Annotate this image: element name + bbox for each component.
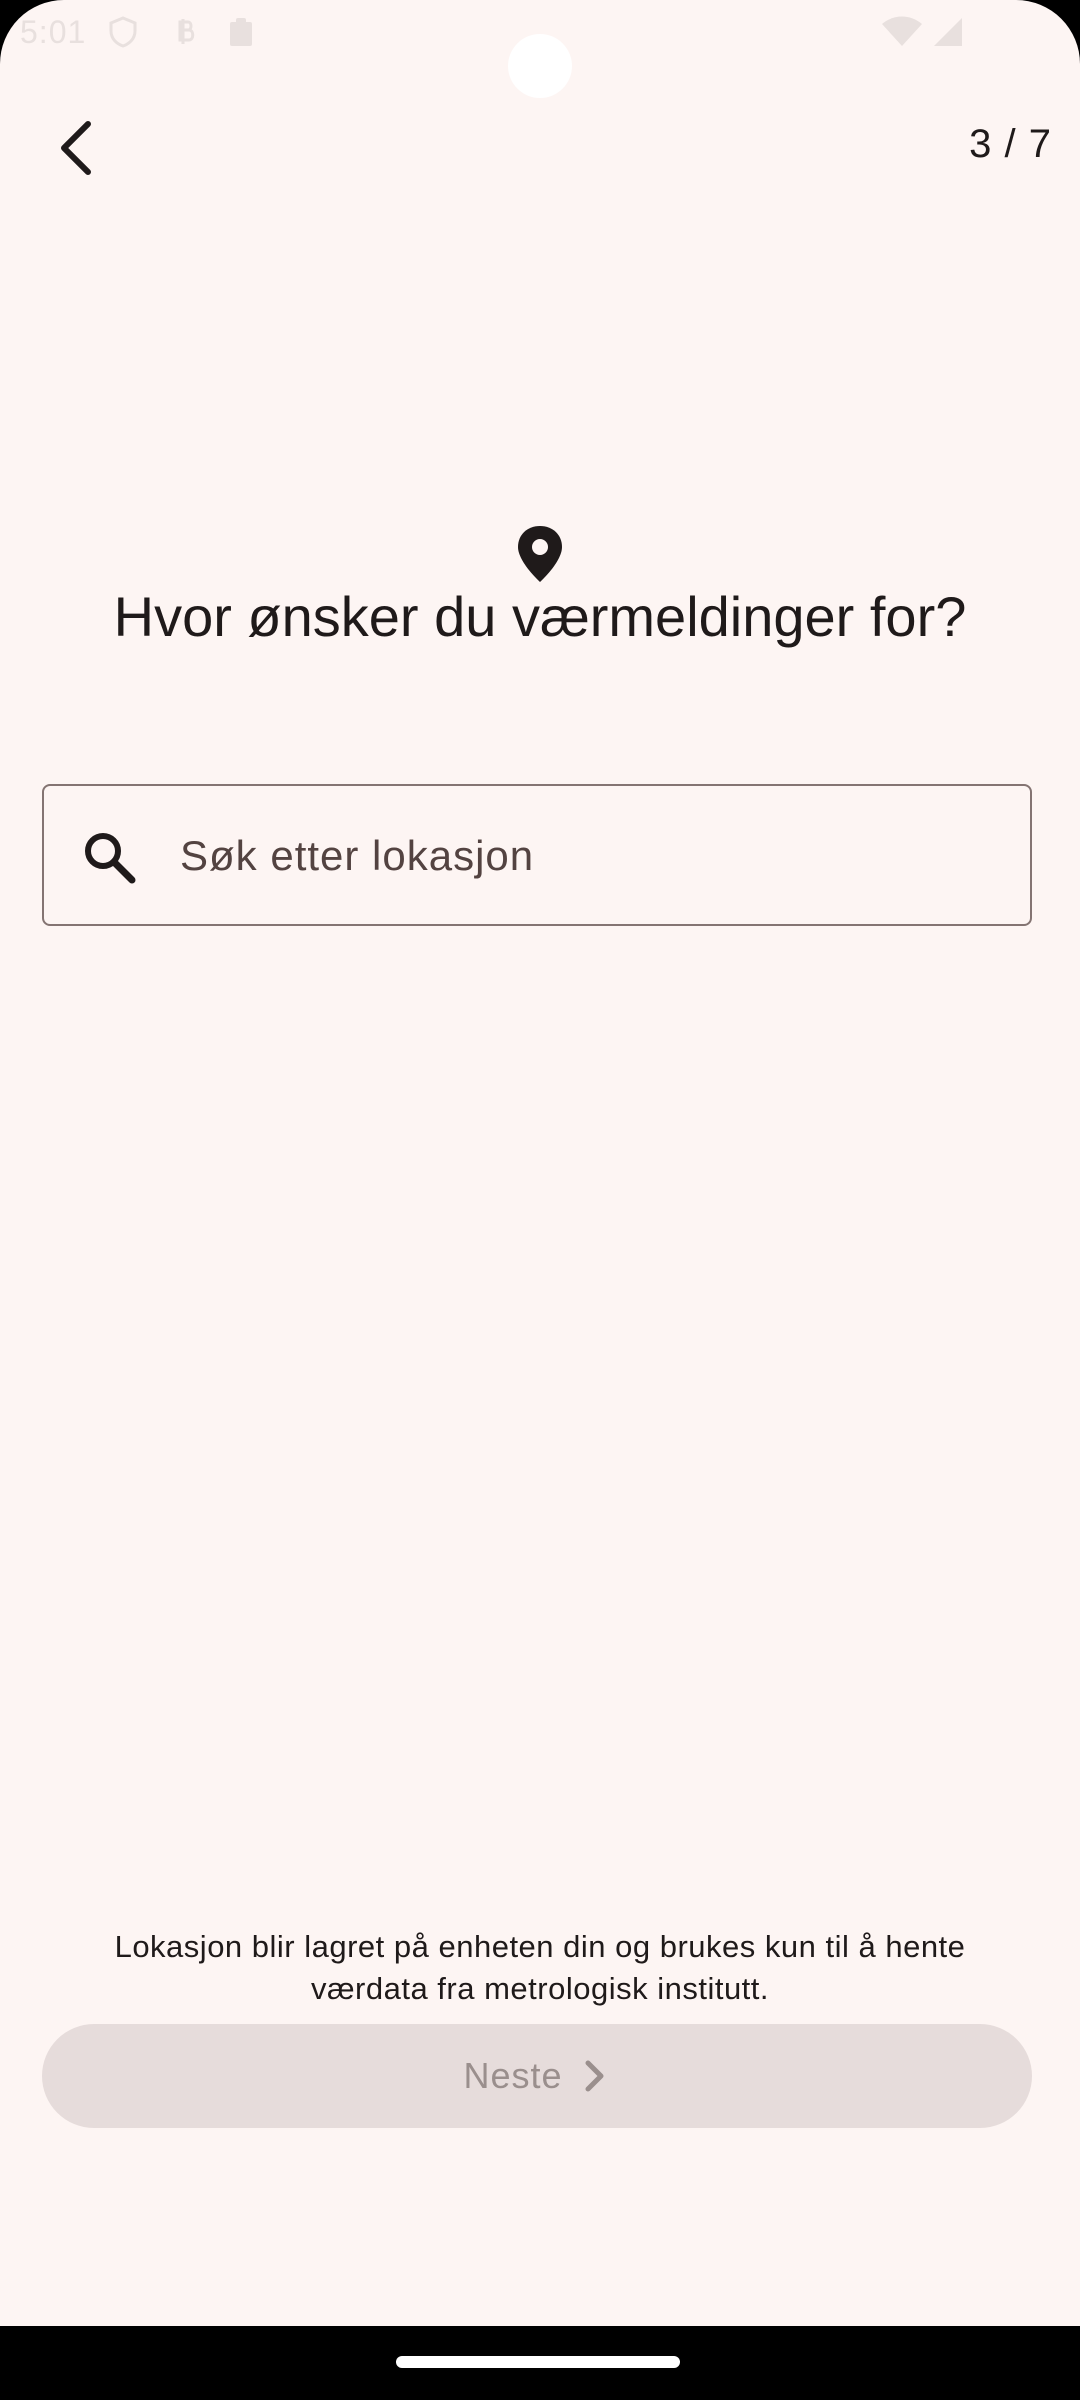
search-input[interactable]: [180, 816, 1000, 896]
location-search-field[interactable]: [42, 784, 1032, 926]
back-button[interactable]: [36, 108, 116, 188]
step-counter: 3 / 7: [969, 122, 1052, 166]
shield-icon: [108, 16, 138, 48]
status-time: 5:01: [20, 14, 87, 50]
location-pin-icon: [518, 526, 562, 582]
camera-cutout: [508, 34, 572, 98]
clipboard-icon: [226, 16, 256, 48]
status-bar: 5:01: [0, 0, 1080, 98]
wifi-icon: [882, 16, 922, 48]
onboarding-screen: 5:01 3 / 7 Hvor ønsker du værmeldinger f…: [0, 0, 1080, 2400]
chevron-left-icon: [61, 121, 91, 175]
bitcoin-icon: [170, 16, 200, 48]
chevron-right-icon: [585, 2060, 604, 2092]
search-icon: [85, 833, 136, 884]
page-title: Hvor ønsker du værmeldinger for?: [113, 585, 967, 648]
next-button-label: Neste: [463, 2055, 563, 2096]
navigation-bar: [0, 2326, 1080, 2400]
home-indicator[interactable]: [396, 2356, 680, 2368]
signal-icon: [930, 16, 964, 48]
privacy-note: Lokasjon blir lagret på enheten din og b…: [114, 1929, 966, 2006]
next-button[interactable]: Neste: [42, 2024, 1032, 2128]
